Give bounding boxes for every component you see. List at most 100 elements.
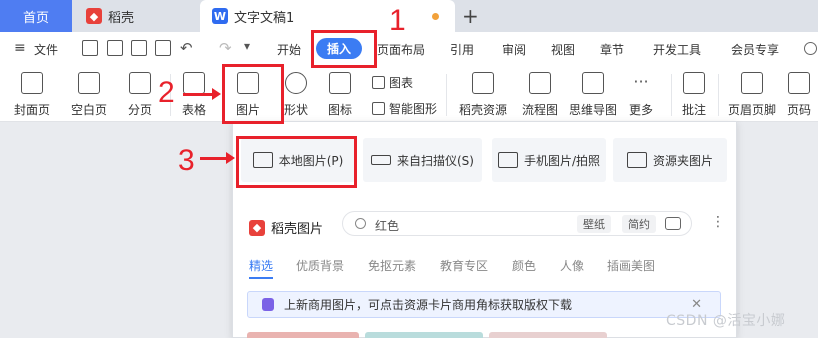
- insert-ribbon: 封面页 空白页 分页 表格 图片 形状 图标 图表 智能图形 稻壳资源 流程图: [0, 66, 818, 122]
- smart-art-button[interactable]: 智能图形: [372, 100, 437, 117]
- category-illustrations[interactable]: 插画美图: [607, 257, 655, 274]
- daoke-picture-header: ◆ 稻壳图片: [249, 218, 323, 237]
- step-number-2: 2: [158, 76, 175, 109]
- picture-thumbnail[interactable]: [247, 332, 359, 338]
- phone-image-icon: [497, 152, 518, 168]
- page-number-button[interactable]: 页码: [787, 66, 811, 118]
- mindmap-button[interactable]: 思维导图: [569, 66, 617, 118]
- scanner-label: 来自扫描仪(S): [397, 153, 474, 168]
- notice-text: 上新商用图片，可点击资源卡片商用角标获取版权下载: [284, 298, 573, 312]
- redo-icon[interactable]: ↷: [219, 39, 232, 57]
- tab-page-layout[interactable]: 页面布局: [377, 41, 425, 58]
- unsaved-dot-icon: [432, 13, 439, 20]
- tab-chapter[interactable]: 章节: [600, 41, 624, 58]
- tab-home-label: 首页: [22, 10, 49, 26]
- cover-page-icon: [21, 72, 43, 94]
- export-icon[interactable]: [107, 40, 123, 56]
- resource-picture-button[interactable]: 资源夹图片: [613, 138, 727, 182]
- chip-wallpaper[interactable]: 壁纸: [577, 215, 611, 233]
- tab-review[interactable]: 审阅: [502, 41, 526, 58]
- notice-banner: 上新商用图片，可点击资源卡片商用角标获取版权下载 ✕: [247, 291, 721, 318]
- watermark: CSDN @活宝小娜: [666, 313, 786, 329]
- search-query: 红色: [375, 219, 400, 233]
- cover-page-button[interactable]: 封面页: [14, 66, 50, 118]
- undo-icon[interactable]: ↶: [180, 39, 193, 57]
- chart-button[interactable]: 图表: [372, 74, 413, 91]
- print-preview-icon[interactable]: [155, 40, 171, 56]
- menu-row: ≡ 文件 ↶ ↷ ▾ 开始 插入 页面布局 引用 审阅 视图 章节 开发工具 会…: [0, 32, 818, 66]
- daoke-resources-icon: [472, 72, 494, 94]
- category-cutout-elements[interactable]: 免抠元素: [368, 257, 416, 274]
- picture-thumbnail[interactable]: [365, 332, 483, 338]
- blank-page-icon: [78, 72, 100, 94]
- more-button[interactable]: ··· 更多: [629, 66, 653, 118]
- flowchart-button[interactable]: 流程图: [522, 66, 558, 118]
- chip-simple[interactable]: 简约: [622, 215, 656, 233]
- chart-label: 图表: [389, 76, 414, 90]
- page-break-button[interactable]: 分页: [128, 66, 152, 118]
- daoke-resources-button[interactable]: 稻壳资源: [459, 66, 507, 118]
- daoke-logo-icon: ◆: [249, 219, 265, 236]
- tab-bar: 首页 ◆ 稻壳 W 文字文稿1 +: [0, 0, 818, 32]
- tab-start[interactable]: 开始: [277, 41, 301, 58]
- save-icon[interactable]: [82, 40, 98, 56]
- resource-picture-label: 资源夹图片: [652, 153, 713, 168]
- chart-icon: [372, 76, 385, 89]
- notice-icon: [262, 298, 274, 311]
- step-number-1: 1: [389, 4, 406, 37]
- category-colors[interactable]: 颜色: [512, 257, 536, 274]
- blank-page-button[interactable]: 空白页: [71, 66, 107, 118]
- phone-picture-button[interactable]: 手机图片/拍照: [492, 138, 606, 182]
- customize-toolbar-icon[interactable]: ▾: [244, 39, 250, 53]
- more-options-icon[interactable]: ⋮: [711, 214, 725, 230]
- annotation-arrow: [183, 88, 221, 100]
- file-menu[interactable]: 文件: [34, 41, 58, 58]
- tab-developer[interactable]: 开发工具: [653, 41, 701, 58]
- tab-document[interactable]: W 文字文稿1: [200, 0, 455, 32]
- tab-references[interactable]: 引用: [450, 41, 474, 58]
- shape-label: 形状: [284, 103, 309, 117]
- header-footer-button[interactable]: 页眉页脚: [728, 66, 776, 118]
- comment-icon: [683, 72, 705, 94]
- page-break-label: 分页: [128, 103, 153, 117]
- category-backgrounds[interactable]: 优质背景: [296, 257, 344, 274]
- camera-search-icon[interactable]: [665, 217, 681, 230]
- scanner-button[interactable]: 来自扫描仪(S): [363, 138, 482, 182]
- annotation-arrow: [200, 152, 235, 164]
- hamburger-menu-icon[interactable]: ≡: [14, 40, 26, 56]
- annotation-box-picture: [222, 64, 284, 124]
- shape-icon: [285, 72, 307, 94]
- annotation-box-local-picture: [236, 136, 357, 188]
- search-icon: [355, 218, 366, 229]
- shape-button[interactable]: 形状: [284, 66, 308, 118]
- scanner-icon: [371, 155, 391, 165]
- ribbon-divider: [446, 74, 447, 116]
- table-button[interactable]: 表格: [182, 66, 206, 118]
- smart-art-label: 智能图形: [389, 102, 438, 116]
- new-tab-button[interactable]: +: [462, 4, 479, 28]
- page-break-icon: [129, 72, 151, 94]
- category-featured[interactable]: 精选: [249, 257, 273, 274]
- mindmap-label: 思维导图: [569, 103, 618, 117]
- tab-daoke[interactable]: ◆ 稻壳: [72, 0, 200, 32]
- ribbon-divider: [671, 74, 672, 116]
- category-education[interactable]: 教育专区: [440, 257, 488, 274]
- print-icon[interactable]: [131, 40, 147, 56]
- table-label: 表格: [182, 103, 207, 117]
- search-icon[interactable]: [804, 42, 817, 55]
- tab-member[interactable]: 会员专享: [731, 41, 779, 58]
- icon-button[interactable]: 图标: [328, 66, 352, 118]
- more-label: 更多: [629, 103, 654, 117]
- tab-view[interactable]: 视图: [551, 41, 575, 58]
- tab-home[interactable]: 首页: [0, 0, 72, 32]
- category-portraits[interactable]: 人像: [560, 257, 584, 274]
- flowchart-label: 流程图: [522, 103, 559, 117]
- daoke-picture-title: 稻壳图片: [271, 222, 324, 237]
- tab-daoke-label: 稻壳: [108, 10, 135, 26]
- picture-search-input[interactable]: 红色 壁纸 简约: [342, 211, 692, 236]
- picture-thumbnail[interactable]: [489, 332, 607, 338]
- folder-star-icon: [626, 152, 647, 168]
- comment-button[interactable]: 批注: [682, 66, 706, 118]
- annotation-box-insert: [311, 30, 377, 68]
- daoke-logo-icon: ◆: [86, 8, 102, 24]
